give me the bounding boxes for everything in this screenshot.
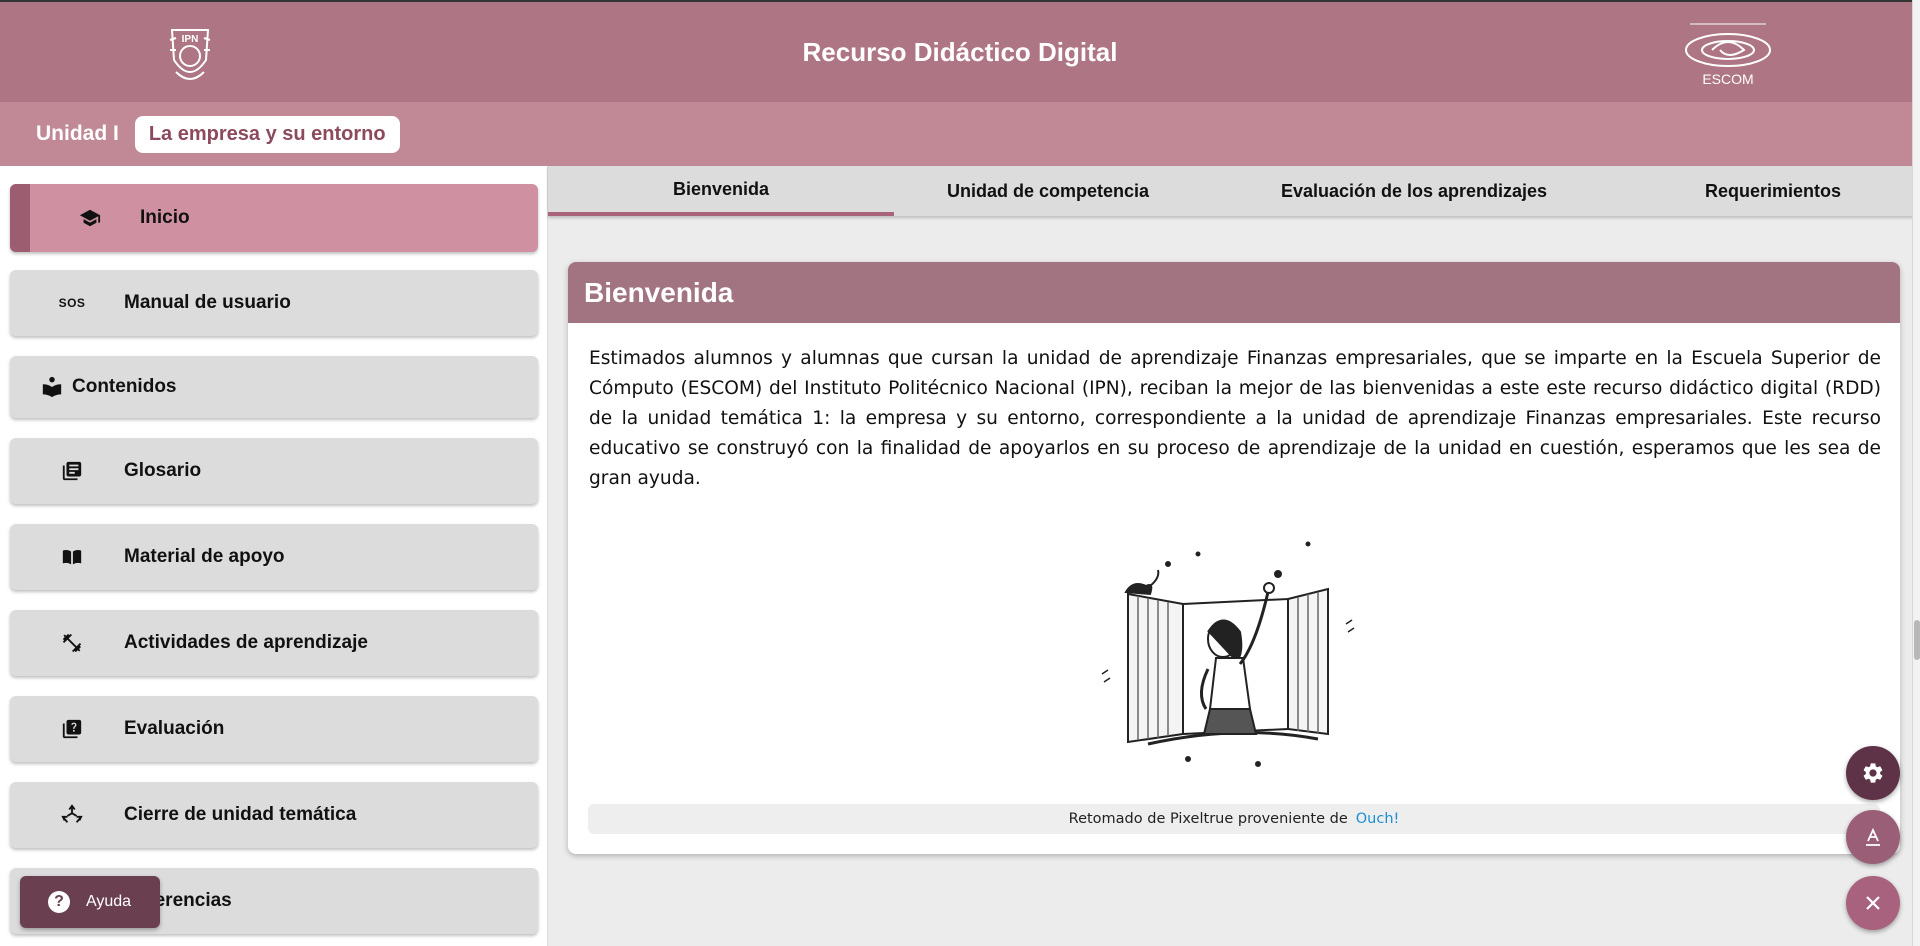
sidebar-item-evaluacion[interactable]: Evaluación — [10, 696, 538, 762]
tab-requerimientos[interactable]: Requerimientos — [1626, 166, 1920, 216]
question-icon: ? — [48, 891, 70, 913]
woman-waving-window-illustration — [1101, 541, 1355, 767]
page-title: Recurso Didáctico Digital — [802, 36, 1118, 67]
sidebar-item-contenidos[interactable]: Contenidos — [10, 356, 538, 418]
library-books-icon — [48, 459, 96, 483]
help-button[interactable]: ? Ayuda — [20, 876, 160, 928]
tab-unidad-de-competencia[interactable]: Unidad de competencia — [894, 166, 1202, 216]
sidebar-item-label: Actividades de aprendizaje — [124, 632, 368, 653]
escom-logo-text: ESCOM — [1702, 71, 1753, 87]
welcome-text: Estimados alumnos y alumnas que cursan l… — [589, 348, 1881, 489]
sidebar-item-glosario[interactable]: Glosario — [10, 438, 538, 504]
open-book-icon — [48, 545, 96, 569]
sos-icon: SOS — [58, 296, 86, 310]
settings-button[interactable] — [1846, 746, 1900, 800]
credit-link[interactable]: Ouch! — [1356, 811, 1400, 827]
tab-bienvenida[interactable]: Bienvenida — [548, 166, 894, 216]
unit-label: Unidad I — [36, 122, 119, 145]
graduation-cap-icon — [66, 206, 114, 230]
close-icon — [1866, 896, 1880, 910]
ipn-logo-text: IPN — [182, 34, 199, 45]
credit-text: Retomado de Pixeltrue proveniente de — [1068, 811, 1348, 827]
content-tabs: Bienvenida Unidad de competencia Evaluac… — [548, 166, 1920, 216]
sidebar-item-cierre[interactable]: Cierre de unidad temática — [10, 782, 538, 848]
fitness-icon — [48, 631, 96, 655]
sidebar: Inicio SOS Manual de usuario Contenidos … — [0, 166, 548, 946]
page-scrollbar[interactable] — [1912, 0, 1920, 946]
help-label: Ayuda — [86, 893, 132, 910]
book-reader-icon — [28, 375, 76, 399]
sidebar-item-label: Inicio — [140, 207, 190, 228]
unit-bar: Unidad I La empresa y su entorno — [0, 102, 1920, 166]
sidebar-item-label: Material de apoyo — [124, 546, 285, 567]
welcome-card: Bienvenida Estimados alumnos y alumnas q… — [568, 262, 1900, 854]
sidebar-item-label: Glosario — [124, 460, 202, 481]
sidebar-item-label: Contenidos — [72, 376, 177, 397]
sidebar-item-material[interactable]: Material de apoyo — [10, 524, 538, 590]
quiz-icon — [48, 717, 96, 741]
sidebar-item-actividades[interactable]: Actividades de aprendizaje — [10, 610, 538, 676]
font-icon — [1866, 827, 1880, 846]
unit-topic-badge: La empresa y su entorno — [134, 115, 400, 153]
recycle-icon — [48, 803, 96, 827]
app-header: IPN Recurso Didáctico Digital ESCOM — [0, 0, 1920, 102]
image-credit: Retomado de Pixeltrue proveniente de Ouc… — [588, 804, 1880, 834]
tab-evaluacion-de-los-aprendizajes[interactable]: Evaluación de los aprendizajes — [1202, 166, 1626, 216]
scrollbar-thumb[interactable] — [1914, 620, 1920, 660]
escom-logo: ESCOM — [1685, 23, 1771, 87]
text-size-button[interactable] — [1846, 810, 1900, 864]
gear-icon — [1863, 763, 1883, 783]
sidebar-item-label: Manual de usuario — [124, 292, 291, 313]
welcome-heading: Bienvenida — [568, 262, 1900, 323]
sidebar-item-inicio[interactable]: Inicio — [10, 184, 538, 252]
sidebar-item-manual[interactable]: SOS Manual de usuario — [10, 270, 538, 336]
sidebar-item-label: Cierre de unidad temática — [124, 804, 357, 825]
close-menu-button[interactable] — [1846, 876, 1900, 930]
ipn-logo: IPN — [169, 29, 211, 80]
sidebar-item-label: Evaluación — [124, 718, 225, 739]
